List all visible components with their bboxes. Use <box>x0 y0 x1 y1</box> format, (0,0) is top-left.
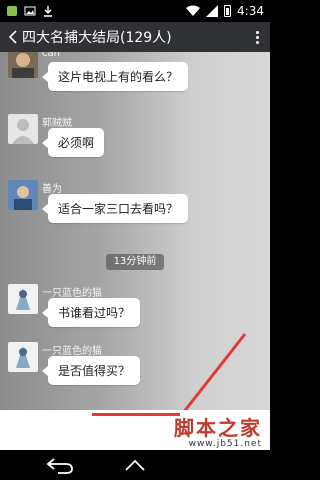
navigation-bar <box>0 450 270 480</box>
message-item: 善为 适合一家三口去看吗？ <box>8 180 262 230</box>
message-item: 一只蓝色的猫 书谁看过吗？ <box>8 284 262 334</box>
bottom-panel: 脚本之家 www.jb51.net <box>0 410 270 450</box>
message-bubble[interactable]: 这片电视上有的看么？ <box>41 62 189 91</box>
sender-name: 善为 <box>42 184 62 195</box>
battery-icon <box>224 5 232 17</box>
avatar[interactable] <box>8 114 38 144</box>
avatar[interactable] <box>8 342 38 372</box>
avatar[interactable] <box>8 52 38 78</box>
back-nav-icon[interactable] <box>46 456 74 474</box>
chat-area[interactable]: can 这片电视上有的看么？ 郭贼贼 必须啊 善为 适合一家三口去看吗？ 13分… <box>0 52 270 410</box>
status-left-icons <box>6 5 54 17</box>
status-time: 4:34 <box>237 4 264 18</box>
sender-name: 一只蓝色的猫 <box>42 288 102 299</box>
avatar[interactable] <box>8 180 38 210</box>
watermark: 脚本之家 www.jb51.net <box>174 412 262 449</box>
message-bubble[interactable]: 是否值得买？ <box>41 356 141 385</box>
watermark-title: 脚本之家 <box>174 416 262 440</box>
download-icon <box>44 6 52 17</box>
red-highlight-line <box>92 413 180 416</box>
sender-name: can <box>42 52 60 59</box>
notification-icon <box>7 6 17 16</box>
image-icon <box>24 6 36 16</box>
chat-header: 四大名捕大结局(129人) <box>0 22 270 52</box>
message-item: 郭贼贼 必须啊 <box>8 114 262 164</box>
timestamp-badge: 13分钟前 <box>106 254 164 270</box>
chat-title[interactable]: 四大名捕大结局(129人) <box>22 27 172 47</box>
sender-name: 郭贼贼 <box>42 118 72 129</box>
status-bar: 4:34 <box>0 0 270 22</box>
red-arrow-annotation <box>183 333 247 410</box>
message-bubble[interactable]: 适合一家三口去看吗？ <box>41 194 189 223</box>
signal-icon <box>206 5 219 17</box>
wifi-icon <box>186 5 201 16</box>
message-bubble[interactable]: 书谁看过吗？ <box>41 298 141 327</box>
status-right: 4:34 <box>186 4 264 18</box>
overflow-menu-icon[interactable] <box>250 28 264 46</box>
message-bubble[interactable]: 必须啊 <box>41 128 105 157</box>
back-chevron-icon[interactable] <box>6 28 20 46</box>
home-nav-icon[interactable] <box>124 458 146 472</box>
avatar[interactable] <box>8 284 38 314</box>
sender-name: 一只蓝色的猫 <box>42 346 102 357</box>
message-item: can 这片电视上有的看么？ <box>8 52 262 102</box>
